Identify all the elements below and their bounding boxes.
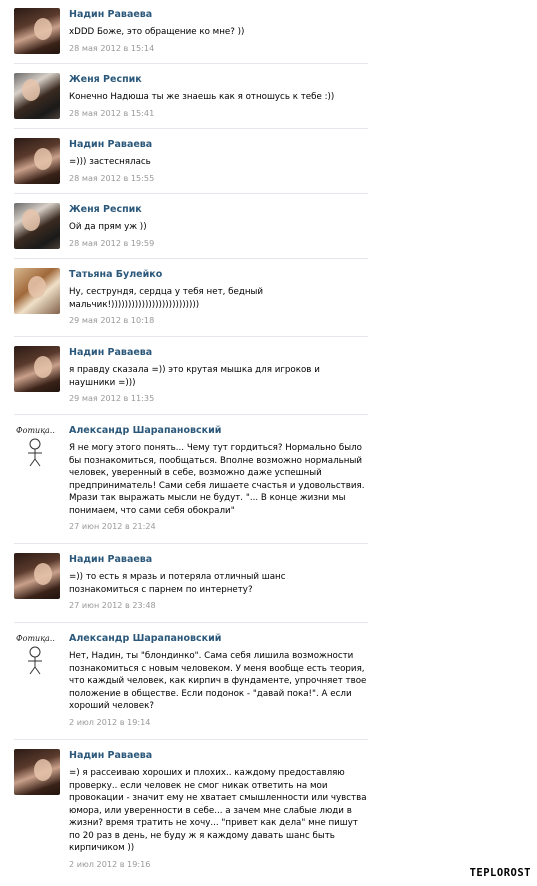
comment-text: =))) застеснялась — [69, 157, 151, 167]
comment-body: Женя Респик Ой да прям уж )) 28 мая 2012… — [69, 203, 370, 249]
comment-body: Татьяна Булейко Ну, сеструндя, сердца у … — [69, 268, 370, 326]
avatar-face — [22, 209, 40, 231]
author-link[interactable]: Женя Респик — [69, 203, 370, 217]
comment-date[interactable]: 29 мая 2012 в 11:35 — [69, 393, 370, 404]
avatar-face — [34, 148, 52, 170]
comment-text: Ну, сеструндя, сердца у тебя нет, бедный… — [69, 287, 264, 310]
svg-text:Фотиқа..: Фотиқа.. — [16, 634, 55, 643]
watermark: TEPLOROST — [469, 867, 531, 879]
comment-text: =)) то есть я мразь и потеряла отличный … — [69, 572, 286, 595]
comment-date[interactable]: 28 мая 2012 в 15:55 — [69, 173, 370, 184]
comments-page: { "comments": [ {"author":"Надин Раваева… — [0, 0, 537, 886]
comment-text: =) я рассеиваю хороших и плохих.. каждом… — [69, 768, 367, 853]
author-link[interactable]: Надин Раваева — [69, 749, 370, 763]
avatar[interactable]: Фотиқа.. — [14, 632, 60, 678]
avatar[interactable] — [14, 346, 60, 392]
avatar[interactable] — [14, 138, 60, 184]
avatar[interactable] — [14, 203, 60, 249]
comment-text: Я не могу этого понять... Чему тут горди… — [69, 443, 365, 516]
author-link[interactable]: Татьяна Булейко — [69, 268, 370, 282]
comment-body: Надин Раваева я правду сказала =)) это к… — [69, 346, 370, 404]
comment-body: Женя Респик Конечно Надюша ты же знаешь … — [69, 73, 370, 119]
author-link[interactable]: Александр Шарапановский — [69, 632, 370, 646]
comment-date[interactable]: 28 мая 2012 в 19:59 — [69, 238, 370, 249]
comment-text: я правду сказала =)) это крутая мышка дл… — [69, 365, 320, 388]
avatar-face — [34, 356, 52, 378]
divider — [14, 128, 368, 129]
avatar-face — [22, 79, 40, 101]
comment-date[interactable]: 28 мая 2012 в 15:14 — [69, 43, 370, 54]
author-link[interactable]: Женя Респик — [69, 73, 370, 87]
svg-text:Фотиқа..: Фотиқа.. — [16, 426, 55, 435]
comment-text: Ой да прям уж )) — [69, 222, 147, 232]
comment-text: Нет, Надин, ты "блондинко". Сама себя ли… — [69, 651, 367, 711]
comment-body: Александр Шарапановский Нет, Надин, ты "… — [69, 632, 370, 728]
stick-figure-icon: Фотиқа.. — [16, 634, 55, 675]
author-link[interactable]: Надин Раваева — [69, 553, 370, 567]
comment-body: Надин Раваева =) я рассеиваю хороших и п… — [69, 749, 370, 870]
divider — [14, 336, 368, 337]
comment-date[interactable]: 2 июл 2012 в 19:14 — [69, 717, 370, 728]
divider — [14, 543, 368, 544]
divider — [14, 622, 368, 623]
avatar-face — [34, 759, 52, 781]
avatar[interactable] — [14, 73, 60, 119]
divider — [14, 414, 368, 415]
avatar[interactable] — [14, 8, 60, 54]
divider — [14, 193, 368, 194]
author-link[interactable]: Надин Раваева — [69, 138, 370, 152]
avatar-face — [34, 563, 52, 585]
comment-body: Надин Раваева xDDD Боже, это обращение к… — [69, 8, 370, 54]
author-link[interactable]: Александр Шарапановский — [69, 424, 370, 438]
comment-date[interactable]: 29 мая 2012 в 10:18 — [69, 315, 370, 326]
comment-body: Александр Шарапановский Я не могу этого … — [69, 424, 370, 532]
divider — [14, 258, 368, 259]
avatar-face — [34, 18, 52, 40]
avatar[interactable] — [14, 749, 60, 795]
comment-text: xDDD Боже, это обращение ко мне? )) — [69, 27, 245, 37]
comment-text: Конечно Надюша ты же знаешь как я отношу… — [69, 92, 335, 102]
stick-figure-icon: Фотиқа.. — [16, 426, 55, 467]
avatar[interactable] — [14, 553, 60, 599]
divider — [14, 739, 368, 740]
comment-date[interactable]: 2 июл 2012 в 19:16 — [69, 859, 370, 870]
avatar[interactable] — [14, 268, 60, 314]
avatar-face — [28, 276, 46, 298]
divider — [14, 63, 368, 64]
author-link[interactable]: Надин Раваева — [69, 8, 370, 22]
comment-date[interactable]: 27 июн 2012 в 21:24 — [69, 521, 370, 532]
comment-date[interactable]: 28 мая 2012 в 15:41 — [69, 108, 370, 119]
comment-date[interactable]: 27 июн 2012 в 23:48 — [69, 600, 370, 611]
comment-body: Надин Раваева =))) застеснялась 28 мая 2… — [69, 138, 370, 184]
comment-body: Надин Раваева =)) то есть я мразь и поте… — [69, 553, 370, 611]
author-link[interactable]: Надин Раваева — [69, 346, 370, 360]
avatar[interactable]: Фотиқа.. — [14, 424, 60, 470]
